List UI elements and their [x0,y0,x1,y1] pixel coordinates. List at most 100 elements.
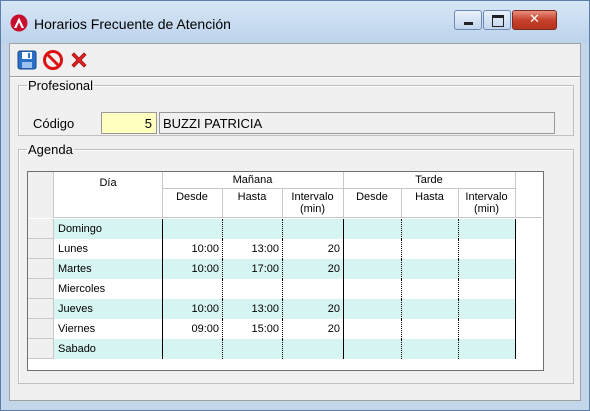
cell-t-intervalo[interactable] [458,219,515,239]
cell-m-desde[interactable] [162,339,222,359]
row-header[interactable] [28,219,54,239]
cell-t-intervalo[interactable] [458,239,515,259]
cell-t-hasta[interactable] [401,299,458,319]
delete-icon[interactable] [68,49,90,71]
column-divider [282,239,283,259]
cell-m-desde[interactable]: 09:00 [162,319,222,339]
cell-m-intervalo[interactable]: 20 [282,319,343,339]
cell-m-hasta[interactable] [222,279,282,299]
table-row[interactable]: Martes 10:00 17:00 20 [28,259,516,279]
profesional-name-field: BUZZI PATRICIA [159,112,555,134]
column-divider [222,339,223,359]
row-header[interactable] [28,319,54,339]
cell-m-intervalo[interactable]: 20 [282,259,343,279]
header-m-hasta: Hasta [237,191,267,203]
table-row[interactable]: Viernes 09:00 15:00 20 [28,319,516,339]
minimize-icon [464,22,473,25]
header-t-min: (min) [473,203,500,215]
cell-m-hasta[interactable]: 13:00 [222,299,282,319]
maximize-button[interactable] [483,10,511,30]
cell-m-hasta[interactable] [222,219,282,239]
cell-m-hasta[interactable] [222,339,282,359]
cell-m-intervalo[interactable] [282,279,343,299]
close-button[interactable]: ✕ [512,10,557,30]
cell-t-intervalo[interactable] [458,339,515,359]
minimize-button[interactable] [454,10,482,30]
cell-t-hasta[interactable] [401,319,458,339]
header-t-desde: Desde [356,191,388,203]
group-divider [343,219,344,239]
header-m-desde: Desde [176,191,208,203]
column-divider [222,319,223,339]
header-tarde: Tarde [415,174,443,186]
column-divider [222,259,223,279]
profesional-legend: Profesional [28,78,94,93]
row-header[interactable] [28,279,54,299]
table-row[interactable]: Lunes 10:00 13:00 20 [28,239,516,259]
table-row[interactable]: Miercoles [28,279,516,299]
cell-m-desde[interactable] [162,219,222,239]
cell-t-desde[interactable] [343,299,401,319]
cell-t-desde[interactable] [343,239,401,259]
column-divider [458,319,459,339]
header-m-intervalo: Intervalo [291,191,334,203]
cell-t-desde[interactable] [343,339,401,359]
save-icon[interactable] [16,49,38,71]
header-t-intervalo: Intervalo [465,191,508,203]
codigo-input[interactable]: 5 [101,112,157,134]
cell-t-desde[interactable] [343,219,401,239]
agenda-grid[interactable]: Día Mañana Tarde Desde Hasta Intervalo (… [27,171,544,371]
cell-m-intervalo[interactable] [282,339,343,359]
group-divider [343,239,344,259]
cell-t-intervalo[interactable] [458,319,515,339]
column-divider [458,259,459,279]
table-row[interactable]: Domingo [28,219,516,239]
cell-t-intervalo[interactable] [458,299,515,319]
cell-t-desde[interactable] [343,259,401,279]
column-divider [401,239,402,259]
cell-t-desde[interactable] [343,319,401,339]
cell-m-intervalo[interactable]: 20 [282,299,343,319]
column-divider [458,299,459,319]
cell-t-intervalo[interactable] [458,279,515,299]
cell-m-hasta[interactable]: 17:00 [222,259,282,279]
cell-t-hasta[interactable] [401,239,458,259]
row-header[interactable] [28,339,54,359]
cell-t-hasta[interactable] [401,259,458,279]
cell-dia[interactable]: Jueves [54,299,162,319]
column-divider [282,259,283,279]
cell-dia[interactable]: Lunes [54,239,162,259]
column-divider [222,239,223,259]
cell-dia[interactable]: Miercoles [54,279,162,299]
cell-dia[interactable]: Viernes [54,319,162,339]
cell-t-hasta[interactable] [401,279,458,299]
column-divider [282,219,283,239]
cell-m-hasta[interactable]: 13:00 [222,239,282,259]
cell-dia[interactable]: Martes [54,259,162,279]
table-row[interactable]: Sabado [28,339,516,359]
app-window: Horarios Frecuente de Atención ✕ Profesi… [0,0,590,411]
cell-t-hasta[interactable] [401,219,458,239]
row-header[interactable] [28,299,54,319]
cell-m-desde[interactable]: 10:00 [162,239,222,259]
cell-t-hasta[interactable] [401,339,458,359]
cell-t-intervalo[interactable] [458,259,515,279]
cell-m-desde[interactable]: 10:00 [162,299,222,319]
row-header[interactable] [28,239,54,259]
cell-m-hasta[interactable]: 15:00 [222,319,282,339]
cancel-icon[interactable] [42,49,64,71]
close-icon: ✕ [529,12,540,27]
cell-m-desde[interactable] [162,279,222,299]
cell-dia[interactable]: Sabado [54,339,162,359]
row-header[interactable] [28,259,54,279]
cell-dia[interactable]: Domingo [54,219,162,239]
cell-m-intervalo[interactable] [282,219,343,239]
column-divider [458,219,459,239]
column-divider [458,339,459,359]
group-divider [162,219,163,239]
cell-m-intervalo[interactable]: 20 [282,239,343,259]
title-bar[interactable]: Horarios Frecuente de Atención ✕ [1,1,589,43]
cell-t-desde[interactable] [343,279,401,299]
table-row[interactable]: Jueves 10:00 13:00 20 [28,299,516,319]
cell-m-desde[interactable]: 10:00 [162,259,222,279]
